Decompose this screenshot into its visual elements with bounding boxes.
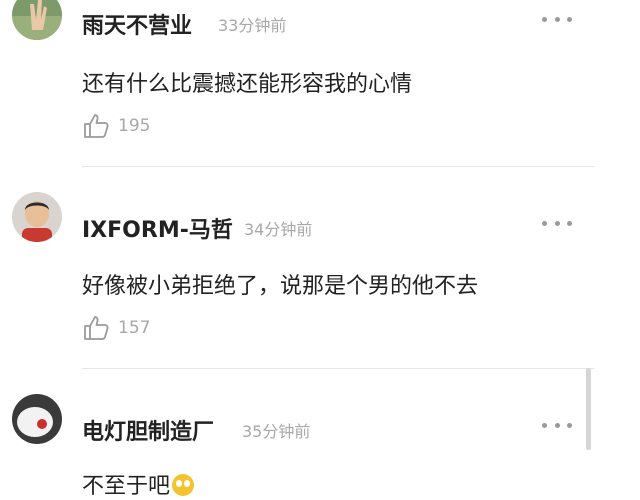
avatar-hand-icon[interactable] [12,0,62,40]
comment-text-content: 不至于吧 [82,474,171,499]
like-button[interactable]: 195 [82,112,150,140]
timestamp: 35分钟前 [242,422,311,441]
more-dots-icon[interactable] [542,420,572,430]
comment-text: 不至于吧 [82,468,195,500]
comment-text: 好像被小弟拒绝了，说那是个男的他不去 [82,274,479,299]
more-dots-icon[interactable] [542,14,572,24]
thumbs-up-icon [84,316,109,340]
divider [82,166,594,167]
comment-item: 雨天不营业 33分钟前 还有什么比震撼还能形容我的心情 195 [0,0,640,168]
comment-item: IXFORM-马哲 34分钟前 好像被小弟拒绝了，说那是个男的他不去 157 [0,168,640,369]
like-count: 157 [118,318,151,338]
comment-item: 电灯胆制造厂 35分钟前 不至于吧 [0,368,640,499]
more-dots-icon[interactable] [542,218,572,228]
username[interactable]: 雨天不营业 [82,8,192,40]
timestamp: 34分钟前 [244,220,313,239]
fearful-face-icon [172,474,195,496]
comment-text: 还有什么比震撼还能形容我的心情 [82,72,413,97]
timestamp: 33分钟前 [218,16,287,35]
avatar-lightbulb-icon[interactable] [12,394,62,444]
thumbs-up-icon [84,114,109,138]
like-count: 195 [118,116,151,136]
scrollbar[interactable] [586,368,591,450]
like-button[interactable]: 157 [82,314,150,342]
avatar-child-icon[interactable] [12,192,62,242]
username[interactable]: IXFORM-马哲 [82,212,233,244]
username[interactable]: 电灯胆制造厂 [82,414,214,446]
